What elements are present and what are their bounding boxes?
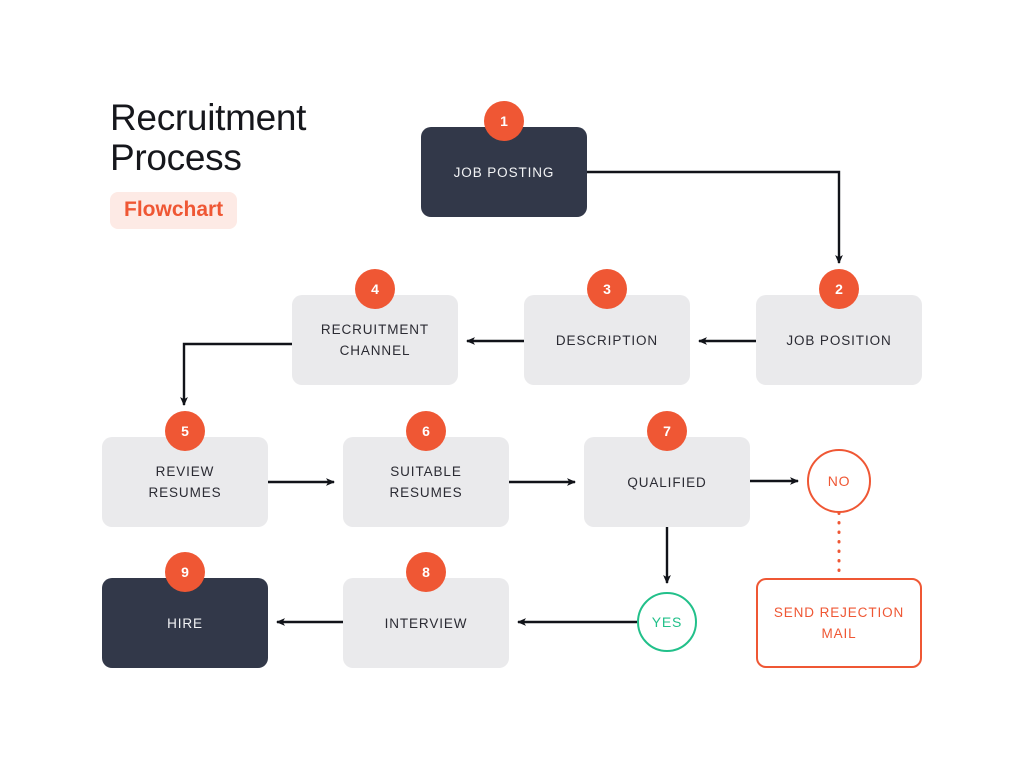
title-block: Recruitment Process Flowchart [110,98,440,229]
step-badge-8: 8 [406,552,446,592]
connector-recruitment-channel-to-review-resumes [180,342,292,406]
decision-yes[interactable]: YES [637,592,697,652]
step-badge-3: 3 [587,269,627,309]
connector-job-posting-to-job-position [587,170,843,264]
step-badge-6: 6 [406,411,446,451]
decision-no[interactable]: NO [807,449,871,513]
step-badge-5: 5 [165,411,205,451]
node-send-rejection-mail[interactable]: SEND REJECTION MAIL [756,578,922,668]
page-title: Recruitment Process [110,97,307,178]
step-badge-1: 1 [484,101,524,141]
step-badge-9: 9 [165,552,205,592]
step-badge-7: 7 [647,411,687,451]
step-badge-4: 4 [355,269,395,309]
step-badge-2: 2 [819,269,859,309]
subtitle-badge: Flowchart [110,192,238,229]
